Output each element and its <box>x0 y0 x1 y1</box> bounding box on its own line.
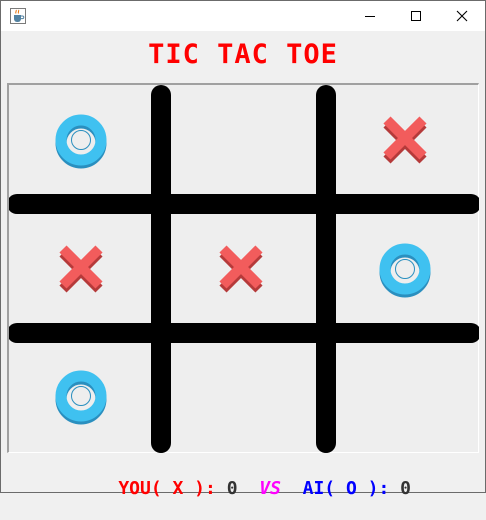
ai-score-label: AI( O ): <box>302 478 390 499</box>
versus-label: VS <box>259 478 281 499</box>
java-cup-icon <box>10 8 26 24</box>
close-icon <box>456 10 468 22</box>
score-bar: YOU( X ): 0 VS AI( O ): 0 <box>1 457 485 520</box>
game-title: TIC TAC TOE <box>148 39 338 70</box>
title-bar[interactable] <box>1 1 485 31</box>
x-mark-icon <box>219 245 263 293</box>
board-cell-r0-c0[interactable] <box>51 110 111 170</box>
maximize-icon <box>411 11 421 21</box>
board-cell-r1-c1[interactable] <box>211 239 271 299</box>
game-board[interactable] <box>7 83 479 453</box>
board-cell-r1-c2[interactable] <box>375 239 435 299</box>
player-score-label: YOU( X ): <box>118 478 216 499</box>
player-score-value: 0 <box>226 478 238 499</box>
minimize-icon <box>365 16 375 17</box>
x-mark-icon <box>59 245 103 293</box>
o-mark-icon <box>379 243 431 298</box>
ai-score-value: 0 <box>400 478 412 499</box>
minimize-button[interactable] <box>347 1 393 31</box>
x-mark-icon <box>383 116 427 164</box>
game-window: TIC TAC TOE YOU( X ): 0 VS AI( O ): 0 <box>0 0 486 499</box>
board-cell-r2-c2[interactable] <box>375 366 435 426</box>
board-cell-r0-c1[interactable] <box>211 110 271 170</box>
board-cell-r2-c1[interactable] <box>211 366 271 426</box>
board-cell-r1-c0[interactable] <box>51 239 111 299</box>
close-button[interactable] <box>439 1 485 31</box>
board-cell-r2-c0[interactable] <box>51 366 111 426</box>
o-mark-icon <box>55 370 107 425</box>
o-mark-icon <box>55 114 107 169</box>
maximize-button[interactable] <box>393 1 439 31</box>
board-cell-r0-c2[interactable] <box>375 110 435 170</box>
